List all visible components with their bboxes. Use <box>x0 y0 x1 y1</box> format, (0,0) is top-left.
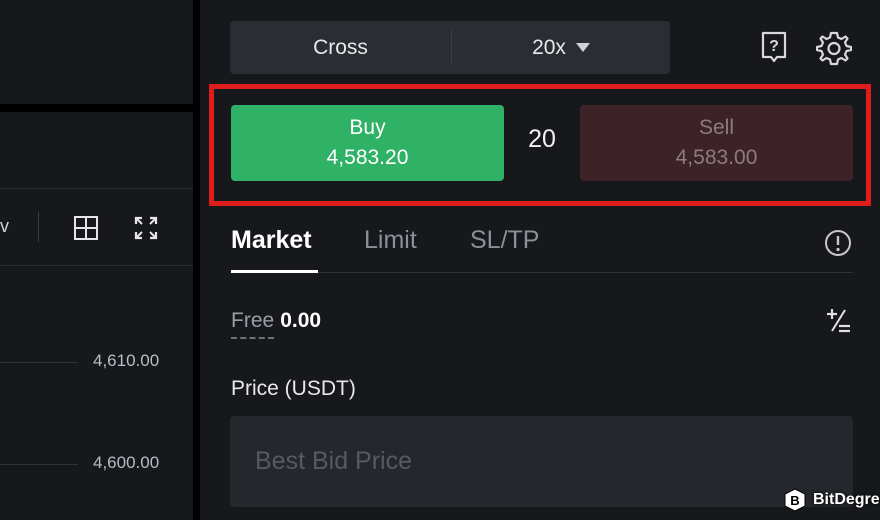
help-icon[interactable]: ? <box>758 30 790 64</box>
info-icon[interactable] <box>824 229 852 257</box>
active-tab-indicator <box>231 270 318 273</box>
free-balance: Free 0.00 <box>231 309 321 339</box>
price-input[interactable] <box>230 416 853 507</box>
margin-mode-label: Cross <box>313 35 368 59</box>
free-balance-value: 0.00 <box>280 309 322 332</box>
tab-limit[interactable]: Limit <box>364 226 417 255</box>
watermark-text: BitDegree <box>813 491 880 508</box>
bitdegree-watermark: B BitDegree <box>783 488 880 512</box>
tab-market[interactable]: Market <box>231 226 312 255</box>
tabs-divider <box>230 272 853 273</box>
gear-icon[interactable] <box>816 30 852 66</box>
fullscreen-icon[interactable] <box>133 215 159 241</box>
price-field-label: Price (USDT) <box>231 377 356 400</box>
layout-grid-icon[interactable] <box>73 215 99 241</box>
bitdegree-logo-icon: B <box>784 488 806 512</box>
plus-minus-icon[interactable] <box>824 306 852 334</box>
free-balance-label: Free <box>231 309 275 339</box>
chart-header-area <box>0 0 193 104</box>
price-axis-tick: 4,610.00 <box>93 351 160 370</box>
caret-down-icon <box>575 43 590 52</box>
chart-grid-line <box>0 464 78 465</box>
leverage-dropdown[interactable]: 20x <box>452 21 670 74</box>
margin-mode-button[interactable]: Cross <box>230 21 451 74</box>
toolbar-separator <box>38 212 39 242</box>
chart-view-label[interactable]: v <box>0 216 9 237</box>
chart-grid-line <box>0 362 78 363</box>
chart-divider <box>0 188 193 189</box>
highlight-annotation-box <box>209 84 871 206</box>
leverage-label: 20x <box>532 35 566 59</box>
svg-text:?: ? <box>769 38 779 55</box>
tab-sl-tp[interactable]: SL/TP <box>470 226 539 255</box>
chart-divider <box>0 265 193 266</box>
svg-text:B: B <box>790 493 799 508</box>
price-axis-tick: 4,600.00 <box>93 453 160 472</box>
